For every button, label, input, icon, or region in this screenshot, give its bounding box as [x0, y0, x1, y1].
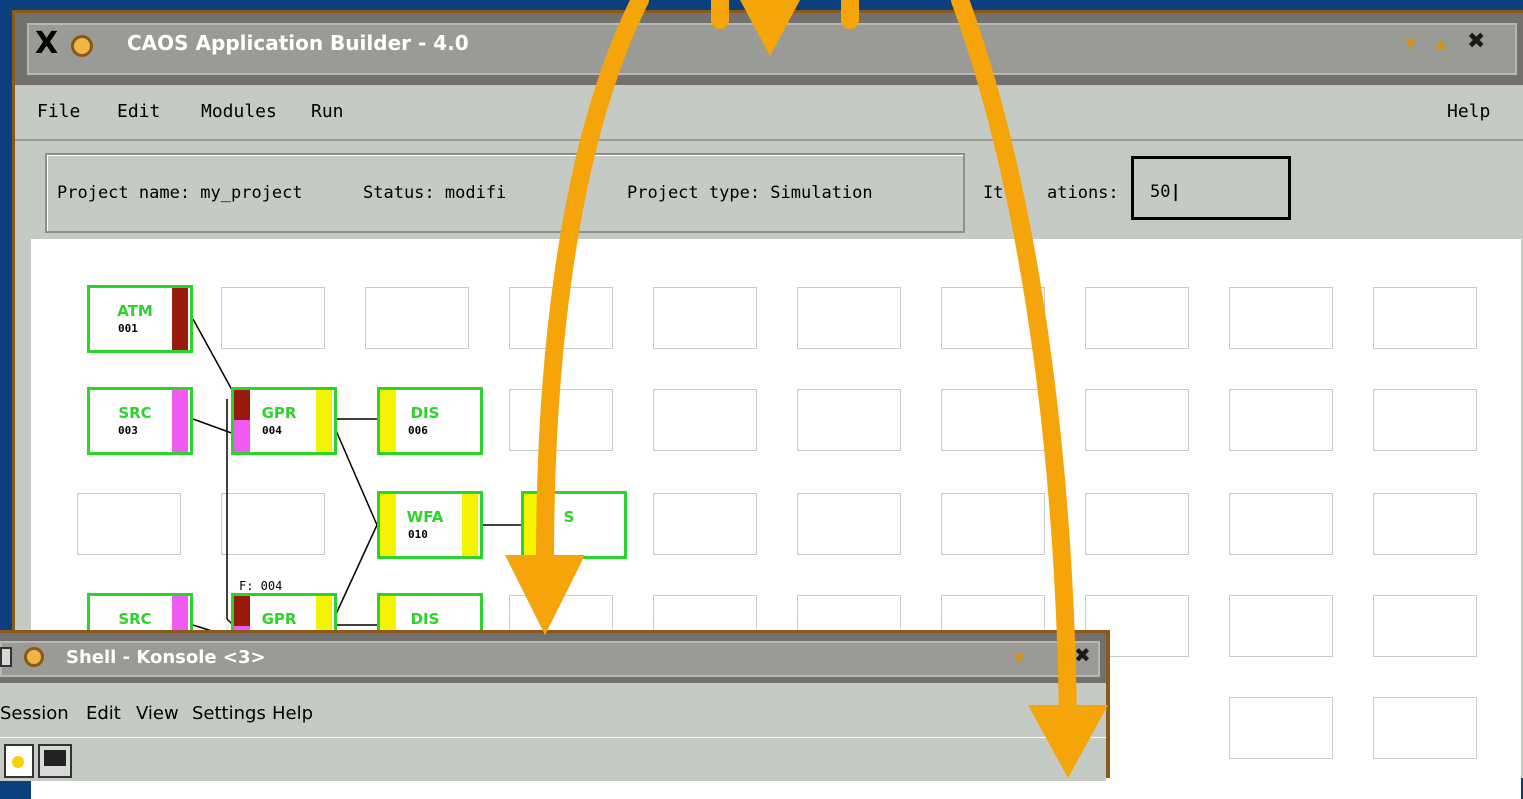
- module-src-003[interactable]: SRC 003: [87, 387, 193, 455]
- konsole-window: Shell - Konsole <3> ▾ ✖ Session Edit Vie…: [0, 630, 1110, 781]
- module-partial[interactable]: S: [521, 491, 627, 559]
- caos-titlebar[interactable]: X CAOS Application Builder - 4.0 ▾ ▴ ✖: [15, 13, 1523, 85]
- menu-view[interactable]: View: [136, 703, 179, 724]
- x-logo-icon[interactable]: X: [35, 26, 58, 61]
- module-number: 003: [118, 424, 138, 437]
- module-label: SRC: [118, 610, 152, 628]
- menu-modules[interactable]: Modules: [201, 101, 277, 122]
- project-name-text: Project name: my_project: [57, 183, 303, 203]
- menu-run[interactable]: Run: [311, 101, 344, 122]
- iterations-label-a: It: [983, 183, 1004, 203]
- konsole-icon[interactable]: [0, 647, 12, 667]
- konsole-toolbar: [0, 737, 1106, 781]
- module-label: GPR: [261, 404, 297, 422]
- new-session-icon[interactable]: [4, 744, 34, 778]
- iterations-label-b: ations:: [1047, 183, 1119, 203]
- module-label: DIS: [410, 610, 440, 628]
- project-type-text: Project type: Simulation: [627, 183, 873, 203]
- minimize-icon[interactable]: ▾: [1405, 31, 1416, 56]
- module-wfa-010[interactable]: WFA 010: [377, 491, 483, 559]
- iterations-input[interactable]: 50|: [1131, 156, 1291, 220]
- module-label: GPR: [261, 610, 297, 628]
- menu-session[interactable]: Session: [0, 703, 69, 724]
- input-port[interactable]: [234, 420, 250, 452]
- terminal-session-icon[interactable]: [38, 744, 72, 778]
- module-label: WFA: [406, 508, 444, 526]
- status-text: Status: modifi: [363, 183, 507, 203]
- menu-edit[interactable]: Edit: [117, 101, 160, 122]
- menu-help[interactable]: Help: [272, 703, 313, 724]
- module-dis-006[interactable]: DIS 006: [377, 387, 483, 455]
- menu-settings[interactable]: Settings: [192, 703, 266, 724]
- module-label: SRC: [118, 404, 152, 422]
- minimize-icon[interactable]: ▾: [1014, 645, 1024, 669]
- close-icon[interactable]: ✖: [1467, 29, 1485, 54]
- maximize-icon[interactable]: ▴: [1435, 31, 1446, 56]
- module-label: ATM: [117, 302, 153, 320]
- monitor-screen-icon: [44, 750, 66, 766]
- module-label: S: [563, 508, 575, 526]
- module-gpr-004[interactable]: GPR 004: [231, 387, 337, 455]
- iterations-value: 50: [1150, 182, 1171, 202]
- feedback-label: F: 004: [239, 579, 283, 593]
- konsole-title: Shell - Konsole <3>: [66, 647, 266, 668]
- window-menu-icon[interactable]: [24, 647, 44, 667]
- text-cursor-icon: |: [1170, 182, 1181, 202]
- menu-edit[interactable]: Edit: [86, 703, 121, 724]
- module-label: DIS: [410, 404, 440, 422]
- window-menu-icon[interactable]: [71, 35, 93, 57]
- module-number: 006: [408, 424, 428, 437]
- menu-help[interactable]: Help: [1447, 101, 1490, 122]
- konsole-titlebar[interactable]: Shell - Konsole <3> ▾ ✖: [0, 633, 1106, 683]
- menu-file[interactable]: File: [37, 101, 80, 122]
- close-icon[interactable]: ✖: [1074, 643, 1091, 667]
- module-atm-001[interactable]: ATM 001: [87, 285, 193, 353]
- module-number: 001: [118, 322, 138, 335]
- window-title: CAOS Application Builder - 4.0: [127, 31, 469, 55]
- new-session-star-icon: [12, 756, 24, 768]
- module-number: 010: [408, 528, 428, 541]
- module-number: 004: [262, 424, 282, 437]
